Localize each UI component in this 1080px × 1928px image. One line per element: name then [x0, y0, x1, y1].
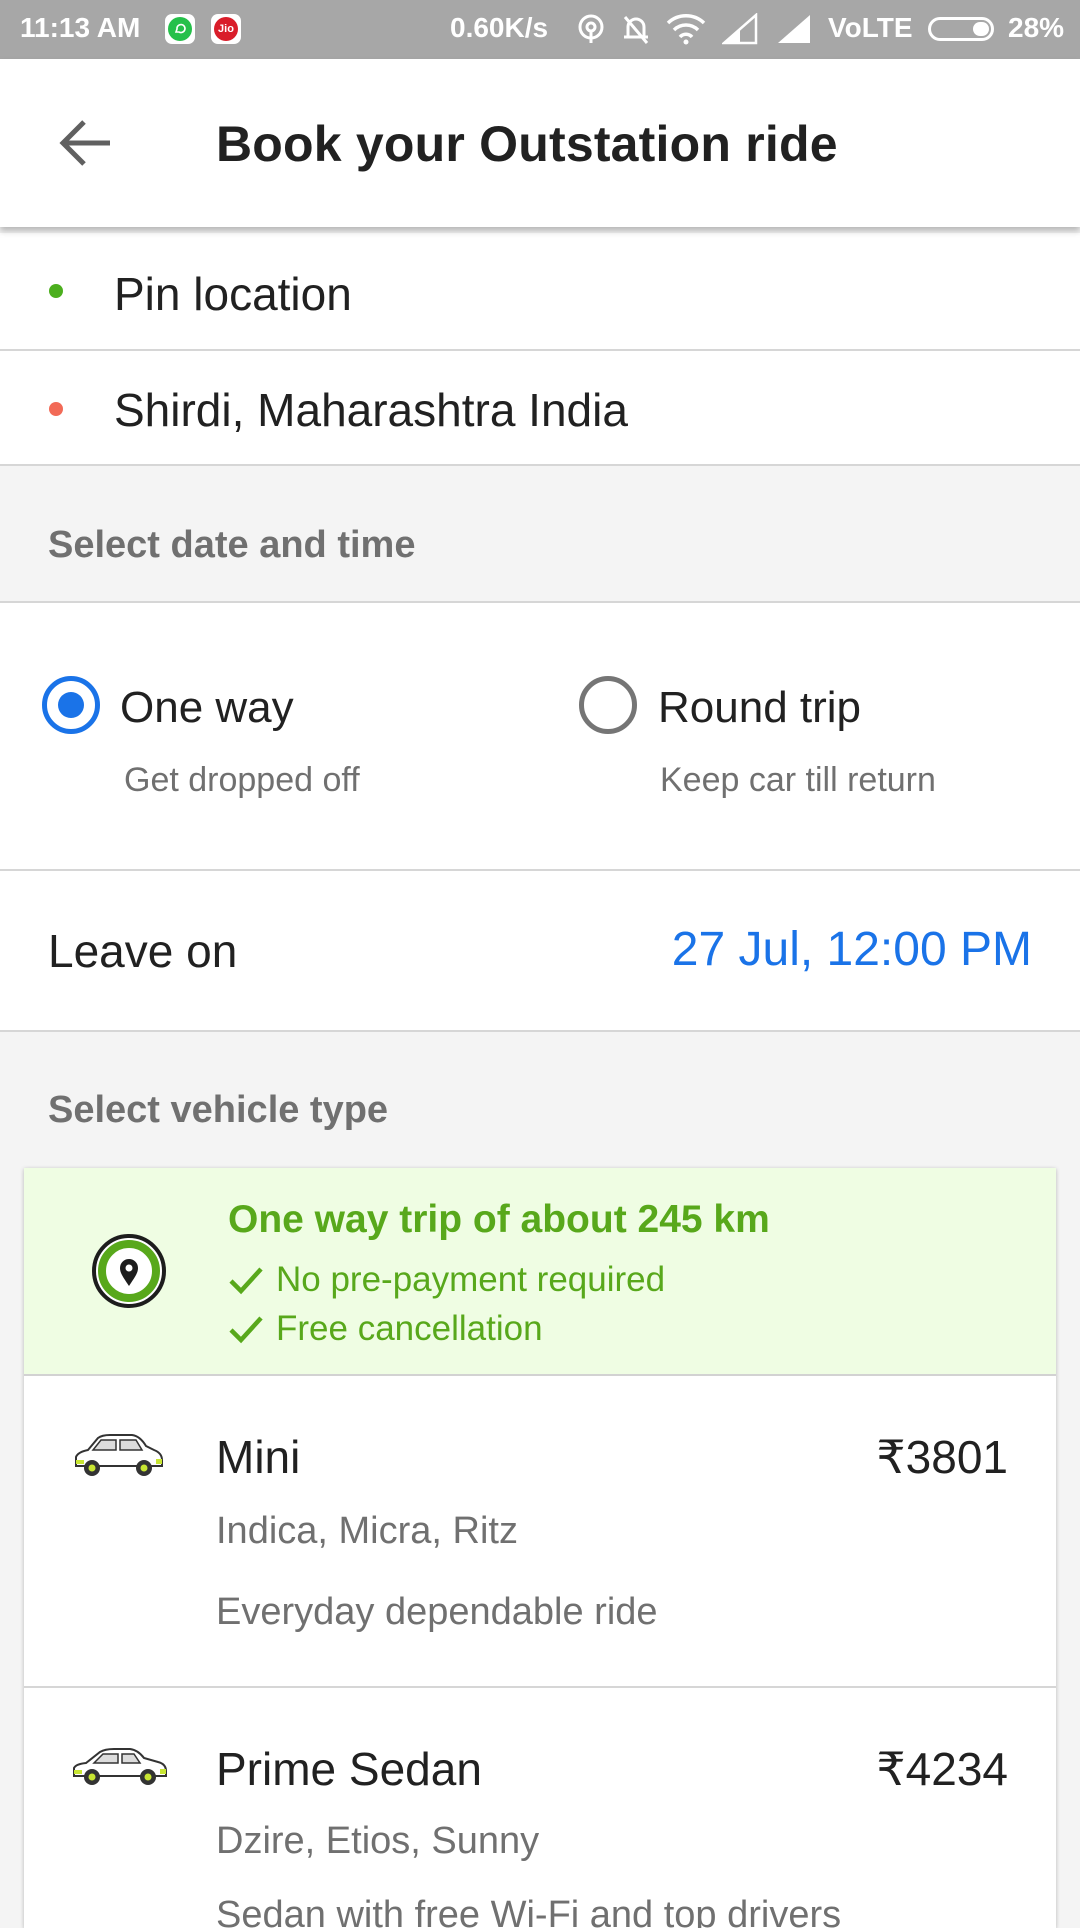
battery-percent: 28% [1008, 12, 1065, 43]
pickup-location-text: Pin location [114, 268, 352, 320]
jio-icon: Jio [211, 14, 241, 44]
jio-label: Jio [214, 17, 238, 41]
location-pin-icon [92, 1234, 166, 1308]
perk-text: Free cancellation [276, 1309, 543, 1348]
round-trip-radio[interactable] [579, 676, 637, 734]
vehicle-price: ₹3801 [876, 1431, 1008, 1483]
perk-item: Free cancellation [228, 1309, 543, 1349]
vehicle-models: Indica, Micra, Ritz [216, 1510, 518, 1552]
divider [0, 464, 1080, 466]
one-way-label[interactable]: One way [120, 683, 294, 733]
round-trip-label[interactable]: Round trip [658, 683, 861, 733]
status-time: 11:13 AM [20, 12, 141, 43]
trip-type-group: One way Get dropped off Round trip Keep … [0, 603, 1080, 870]
check-icon [229, 1316, 263, 1344]
perk-text: No pre-payment required [276, 1260, 666, 1299]
vehicle-description: Everyday dependable ride [216, 1591, 658, 1633]
battery-icon [928, 17, 994, 41]
check-icon [229, 1267, 263, 1295]
wifi-icon [666, 14, 706, 45]
one-way-radio[interactable] [42, 676, 100, 734]
drop-location-text: Shirdi, Maharashtra India [114, 384, 628, 436]
app-bar: Book your Outstation ride [0, 59, 1080, 227]
network-speed: 0.60K/s [450, 12, 549, 43]
leave-on-label: Leave on [48, 925, 238, 977]
perk-item: No pre-payment required [228, 1260, 665, 1300]
bell-muted-icon [623, 16, 649, 44]
sedan-car-icon [73, 1748, 167, 1785]
vehicle-name: Mini [216, 1431, 301, 1483]
drop-location-row[interactable]: Shirdi, Maharashtra India [0, 351, 1080, 465]
vehicle-option-mini[interactable]: Mini ₹3801 Indica, Micra, Ritz Everyday … [24, 1376, 1056, 1688]
pickup-dot-icon [49, 284, 63, 298]
status-bar: 11:13 AM Jio 0.60K/s VoLTE 28% [0, 0, 1080, 59]
page-title: Book your Outstation ride [216, 116, 838, 172]
hotspot-icon [578, 14, 604, 43]
leave-on-value[interactable]: 27 Jul, 12:00 PM [672, 922, 1032, 977]
vehicle-price: ₹4234 [876, 1743, 1008, 1795]
vehicle-models: Dzire, Etios, Sunny [216, 1820, 540, 1862]
signal-icon [722, 13, 758, 45]
vehicle-card: One way trip of about 245 km No pre-paym… [24, 1168, 1056, 1928]
pickup-location-row[interactable]: Pin location [0, 233, 1080, 349]
vehicle-option-prime-sedan[interactable]: Prime Sedan ₹4234 Dzire, Etios, Sunny Se… [24, 1688, 1056, 1928]
round-trip-sub: Keep car till return [660, 761, 936, 799]
trip-distance-headline: One way trip of about 245 km [228, 1198, 770, 1241]
divider [0, 1030, 1080, 1032]
trip-info-banner: One way trip of about 245 km No pre-paym… [24, 1168, 1056, 1376]
one-way-sub: Get dropped off [124, 761, 360, 799]
whatsapp-icon [165, 14, 195, 44]
volte-label: VoLTE [828, 12, 913, 43]
vehicle-description: Sedan with free Wi-Fi and top drivers [216, 1894, 842, 1928]
back-arrow-icon[interactable] [58, 119, 112, 167]
drop-dot-icon [49, 402, 63, 416]
vehicle-name: Prime Sedan [216, 1743, 482, 1795]
hatchback-car-icon [75, 1434, 163, 1476]
date-section-title: Select date and time [48, 524, 416, 566]
vehicle-section-title: Select vehicle type [48, 1089, 389, 1131]
signal-icon [778, 15, 810, 43]
